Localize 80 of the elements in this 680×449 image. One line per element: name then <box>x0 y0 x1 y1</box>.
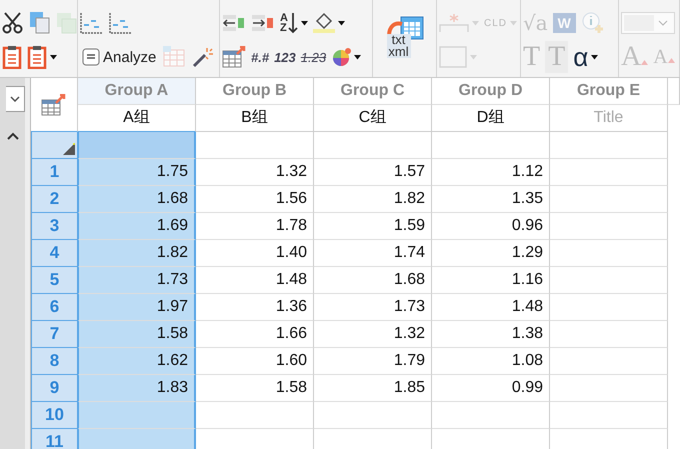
table-cell: 1.48 <box>196 267 314 294</box>
table-cell: 0.96 <box>432 213 550 240</box>
clipboard-icon[interactable] <box>27 45 57 69</box>
table-cell: 1.83 <box>78 375 196 402</box>
table-cell: 1.58 <box>78 321 196 348</box>
row-header[interactable]: 3 <box>31 213 78 240</box>
table-cell: 1.73 <box>314 294 432 321</box>
list-icon <box>82 48 100 66</box>
chart-icon[interactable] <box>80 11 104 35</box>
row-header[interactable]: 5 <box>31 267 78 294</box>
table-cell: 1.68 <box>78 186 196 213</box>
number-format-icon[interactable]: #.# <box>251 50 270 64</box>
paint-bucket-icon[interactable] <box>313 12 345 34</box>
color-wheel-icon[interactable] <box>331 47 362 67</box>
row-header[interactable]: 7 <box>31 321 78 348</box>
row-header[interactable]: 8 <box>31 348 78 375</box>
column-header[interactable]: Group B <box>196 78 314 105</box>
triangle-icon[interactable] <box>63 143 75 155</box>
table-cell: 1.32 <box>314 321 432 348</box>
copy-icon[interactable] <box>29 11 51 35</box>
arrow-right-icon[interactable] <box>251 14 275 32</box>
table-cell: 1.32 <box>196 159 314 186</box>
column-header[interactable]: Group D <box>432 78 550 105</box>
table-cell: 1.59 <box>314 213 432 240</box>
table-cell: 1.12 <box>432 159 550 186</box>
chevron-up-icon[interactable] <box>7 132 19 140</box>
row-header[interactable]: 6 <box>31 294 78 321</box>
table-cell: 1.38 <box>432 321 550 348</box>
table-cell: 1.62 <box>78 348 196 375</box>
table-cell: 1.75 <box>78 159 196 186</box>
table-cell: 1.85 <box>314 375 432 402</box>
table-cell: 1.58 <box>196 375 314 402</box>
table-icon[interactable] <box>41 94 67 116</box>
table-cell: 1.79 <box>314 348 432 375</box>
chevron-down-icon <box>658 20 668 26</box>
row-header[interactable]: 2 <box>31 186 78 213</box>
table-cell: 0.99 <box>432 375 550 402</box>
wand-icon[interactable] <box>192 46 214 68</box>
dropdown-field[interactable] <box>6 86 25 112</box>
column-header[interactable]: Group A <box>78 78 196 105</box>
table-cell: 1.74 <box>314 240 432 267</box>
row-header[interactable]: 4 <box>31 240 78 267</box>
table-cell: 1.35 <box>432 186 550 213</box>
row-header[interactable]: 11 <box>31 429 78 449</box>
table-cell: 1.82 <box>78 240 196 267</box>
table-cell: 1.73 <box>78 267 196 294</box>
table-icon[interactable] <box>222 46 246 68</box>
analyze-button[interactable]: Analyze <box>80 48 158 66</box>
column-header[interactable]: Group E <box>550 78 668 105</box>
table-cell: 1.08 <box>432 348 550 375</box>
column-header[interactable]: Group C <box>314 78 432 105</box>
chart-icon[interactable] <box>109 11 133 35</box>
table-cell: 1.36 <box>196 294 314 321</box>
row-header[interactable]: 10 <box>31 402 78 429</box>
table-cell: 1.66 <box>196 321 314 348</box>
table-cell: 1.40 <box>196 240 314 267</box>
table-cell: 1.48 <box>432 294 550 321</box>
column-title[interactable]: B组 <box>196 105 314 132</box>
clipboard-icon[interactable] <box>2 45 22 69</box>
row-header[interactable]: 9 <box>31 375 78 402</box>
table-cell: 1.16 <box>432 267 550 294</box>
number-icon[interactable]: 123 <box>274 50 296 64</box>
table-cell: 1.60 <box>196 348 314 375</box>
table-cell: 1.29 <box>432 240 550 267</box>
table-cell: 1.57 <box>314 159 432 186</box>
scissors-icon[interactable] <box>2 11 24 35</box>
arrow-left-icon[interactable] <box>222 14 246 32</box>
column-title[interactable]: D组 <box>432 105 550 132</box>
strikethrough-number-icon[interactable]: 1.23 <box>300 50 326 64</box>
table-cell: 1.69 <box>78 213 196 240</box>
row-header[interactable] <box>31 132 78 159</box>
table-cell: 1.78 <box>196 213 314 240</box>
chevron-down-icon <box>10 96 20 102</box>
table-cell: 1.82 <box>314 186 432 213</box>
row-header[interactable]: 1 <box>31 159 78 186</box>
table-cell: 1.68 <box>314 267 432 294</box>
table-cell: 1.97 <box>78 294 196 321</box>
table-cell: 1.56 <box>196 186 314 213</box>
column-title-placeholder[interactable]: Title <box>550 105 668 132</box>
column-title[interactable]: C组 <box>314 105 432 132</box>
